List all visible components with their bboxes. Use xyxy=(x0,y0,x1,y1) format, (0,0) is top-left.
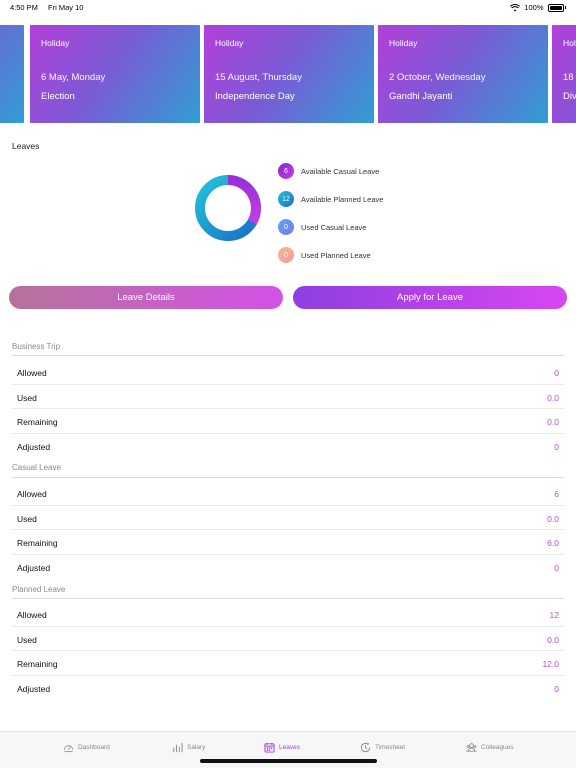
row-value: 0.0 xyxy=(547,417,559,427)
holiday-date: 2 October, Wednesday xyxy=(389,72,486,83)
holiday-type: Holiday xyxy=(41,38,70,48)
row-value: 6.0 xyxy=(547,538,559,548)
row-label: Remaining xyxy=(17,538,58,548)
row-label: Allowed xyxy=(17,368,47,378)
legend-item-available-casual: 6 Available Casual Leave xyxy=(278,157,383,185)
row-label: Used xyxy=(17,634,37,645)
row-label: Adjusted xyxy=(17,441,51,452)
table-row: Remaining 0.0 xyxy=(12,409,564,434)
tab-colleagues[interactable]: Colleagues xyxy=(466,740,514,754)
row-value: 0 xyxy=(554,683,559,694)
holiday-date: 18 xyxy=(563,72,574,83)
battery-percent: 100% xyxy=(524,3,544,12)
row-value: 6 xyxy=(554,489,559,499)
table-row: Remaining 6.0 xyxy=(12,530,564,555)
row-label: Remaining xyxy=(17,417,58,427)
row-value: 0.0 xyxy=(547,392,559,403)
legend-badge: 0 xyxy=(278,247,294,263)
holiday-card[interactable]: Holiday 15 August, Thursday Independence… xyxy=(204,25,374,123)
tab-label: Leaves xyxy=(279,743,300,751)
table-row: Allowed 12 xyxy=(12,602,564,627)
tab-salary[interactable]: Salary xyxy=(172,740,205,754)
leaves-title: Leaves xyxy=(12,141,40,151)
table-row: Used 0.0 xyxy=(12,506,564,530)
row-label: Used xyxy=(17,513,37,524)
holiday-card[interactable]: Hol 18 Div xyxy=(552,25,576,123)
legend-label: Available Planned Leave xyxy=(301,194,384,204)
table-row: Adjusted 0 xyxy=(12,676,564,701)
holiday-type: Hol xyxy=(563,38,576,48)
holiday-name: Div xyxy=(563,91,576,102)
row-label: Adjusted xyxy=(17,562,51,573)
legend-badge: 0 xyxy=(278,219,294,235)
apply-for-leave-button[interactable]: Apply for Leave xyxy=(293,286,567,309)
tab-dashboard[interactable]: Dashboard xyxy=(63,740,110,754)
holiday-name: Gandhi Jayanti xyxy=(389,91,453,102)
row-label: Adjusted xyxy=(17,683,51,694)
legend-item-used-planned: 0 Used Planned Leave xyxy=(278,241,383,269)
group-title-planned-leave: Planned Leave xyxy=(12,585,66,594)
home-indicator[interactable] xyxy=(200,759,377,763)
tab-label: Timesheet xyxy=(375,743,406,751)
holiday-type: Holiday xyxy=(389,38,418,48)
wifi-icon xyxy=(510,3,521,11)
legend-item-used-casual: 0 Used Casual Leave xyxy=(278,213,383,241)
table-row: Remaining 12.0 xyxy=(12,651,564,676)
legend-label: Available Casual Leave xyxy=(301,166,380,176)
salary-icon xyxy=(173,742,183,752)
legend-badge: 6 xyxy=(278,163,294,179)
table-row: Allowed 0 xyxy=(12,360,564,385)
dashboard-icon xyxy=(63,744,74,752)
row-value: 0.0 xyxy=(547,634,559,645)
battery-icon xyxy=(547,3,564,12)
tab-label: Salary xyxy=(187,743,206,751)
row-value: 0.0 xyxy=(547,513,559,524)
group-title-business-trip: Business Trip xyxy=(12,342,61,351)
donut-segment-casual xyxy=(227,175,261,225)
legend-item-available-planned: 12 Available Planned Leave xyxy=(278,185,383,213)
tab-label: Dashboard xyxy=(78,743,110,751)
holiday-name: Election xyxy=(41,91,75,102)
holiday-date: 15 August, Thursday xyxy=(215,72,302,83)
row-value: 0 xyxy=(554,368,559,378)
tab-timesheet[interactable]: Timesheet xyxy=(360,740,405,754)
row-value: 12 xyxy=(549,610,559,620)
row-label: Used xyxy=(17,392,37,403)
row-label: Allowed xyxy=(17,610,47,620)
status-date: Fri May 10 xyxy=(48,3,84,12)
holiday-carousel[interactable]: Holiday 6 May, Monday Election Holiday 1… xyxy=(0,25,576,123)
legend-badge: 12 xyxy=(278,191,294,207)
table-row: Used 0.0 xyxy=(12,385,564,409)
holiday-type: Holiday xyxy=(215,38,244,48)
table-row: Allowed 6 xyxy=(12,481,564,506)
table-row: Used 0.0 xyxy=(12,627,564,651)
table-row: Adjusted 0 xyxy=(12,555,564,580)
status-time: 4:50 PM xyxy=(10,3,38,12)
row-value: 12.0 xyxy=(542,659,559,669)
legend-label: Used Planned Leave xyxy=(301,250,371,260)
colleagues-icon xyxy=(466,742,477,752)
holiday-name: Independence Day xyxy=(215,91,295,102)
row-label: Allowed xyxy=(17,489,47,499)
holiday-card[interactable]: Holiday 6 May, Monday Election xyxy=(30,25,200,123)
holiday-date: 6 May, Monday xyxy=(41,72,106,83)
tab-label: Colleagues xyxy=(481,743,514,751)
leaves-legend: 6 Available Casual Leave 12 Available Pl… xyxy=(278,157,383,269)
group-title-casual-leave: Casual Leave xyxy=(12,463,61,472)
calendar-icon xyxy=(264,742,275,753)
timesheet-icon xyxy=(360,741,371,752)
table-row: Adjusted 0 xyxy=(12,434,564,459)
leaves-donut-chart xyxy=(195,175,261,241)
holiday-card[interactable]: Holiday 2 October, Wednesday Gandhi Jaya… xyxy=(378,25,548,123)
leave-details-button[interactable]: Leave Details xyxy=(9,286,283,309)
row-label: Remaining xyxy=(17,659,58,669)
row-value: 0 xyxy=(554,562,559,573)
status-bar: 4:50 PM Fri May 10 100% xyxy=(0,0,576,14)
row-value: 0 xyxy=(554,441,559,452)
legend-label: Used Casual Leave xyxy=(301,222,367,232)
tab-leaves[interactable]: Leaves xyxy=(264,740,300,754)
holiday-card-previous[interactable] xyxy=(0,25,24,123)
